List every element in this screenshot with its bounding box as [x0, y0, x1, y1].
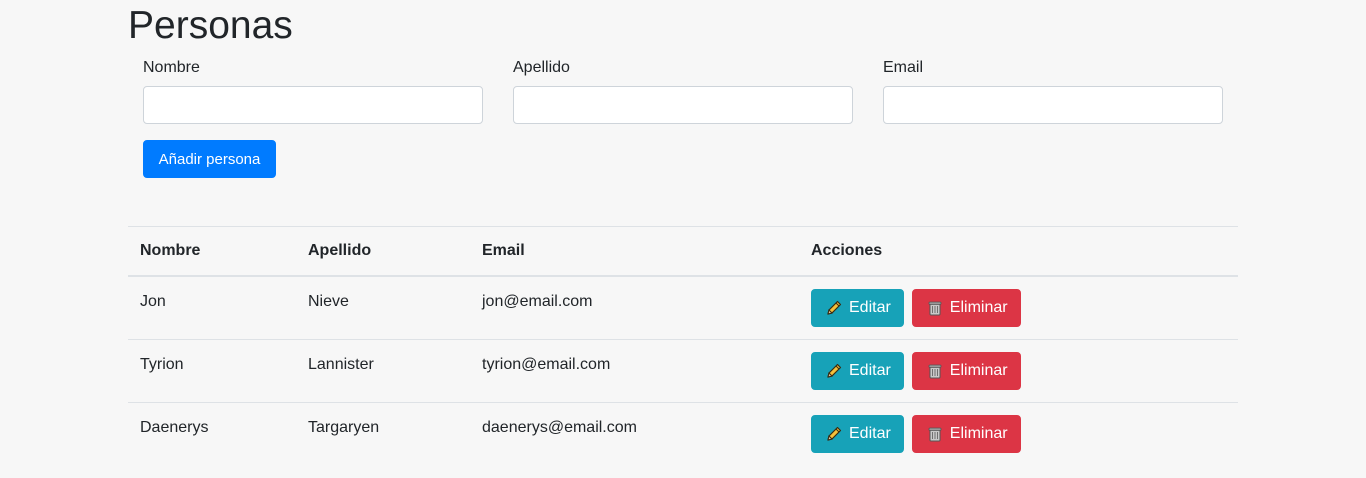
edit-button[interactable]: Editar [811, 352, 904, 390]
row-actions: Editar Eliminar [811, 415, 1226, 453]
cell-email: jon@email.com [470, 275, 799, 340]
delete-label: Eliminar [949, 299, 1008, 316]
trash-icon [925, 298, 945, 318]
pencil-icon [824, 424, 844, 444]
row-actions: Editar Eliminar [811, 289, 1226, 327]
table-row: Daenerys Targaryen daenerys@email.com Ed… [128, 402, 1238, 465]
header-acciones: Acciones [799, 226, 1238, 277]
row-actions: Editar Eliminar [811, 352, 1226, 390]
delete-label: Eliminar [949, 362, 1008, 379]
delete-button[interactable]: Eliminar [911, 415, 1021, 453]
header-email: Email [470, 226, 799, 277]
add-person-button[interactable]: Añadir persona [143, 140, 276, 178]
table-row: Tyrion Lannister tyrion@email.com Editar… [128, 339, 1238, 403]
cell-acciones: Editar Eliminar [799, 402, 1238, 465]
cell-apellido: Nieve [296, 275, 470, 340]
header-nombre: Nombre [128, 226, 296, 277]
delete-button[interactable]: Eliminar [911, 289, 1021, 327]
cell-apellido: Targaryen [296, 402, 470, 465]
page-title: Personas [128, 4, 293, 47]
cell-nombre: Daenerys [128, 402, 296, 465]
apellido-group: Apellido [513, 57, 853, 124]
table-header-row: Nombre Apellido Email Acciones [128, 226, 1238, 277]
edit-label: Editar [849, 299, 891, 316]
table-row: Jon Nieve jon@email.com Editar Eliminar [128, 275, 1238, 340]
edit-label: Editar [849, 362, 891, 379]
cell-email: tyrion@email.com [470, 339, 799, 403]
cell-nombre: Jon [128, 275, 296, 340]
edit-button[interactable]: Editar [811, 289, 904, 327]
apellido-label: Apellido [513, 59, 570, 76]
nombre-label: Nombre [143, 59, 200, 76]
apellido-input[interactable] [513, 86, 853, 124]
email-input[interactable] [883, 86, 1223, 124]
cell-acciones: Editar Eliminar [799, 275, 1238, 340]
delete-label: Eliminar [949, 425, 1008, 442]
cell-acciones: Editar Eliminar [799, 339, 1238, 403]
pencil-icon [824, 298, 844, 318]
edit-label: Editar [849, 425, 891, 442]
email-label: Email [883, 59, 924, 76]
persons-table: Nombre Apellido Email Acciones Jon Nieve… [128, 226, 1238, 465]
trash-icon [925, 361, 945, 381]
email-group: Email [883, 57, 1223, 124]
cell-nombre: Tyrion [128, 339, 296, 403]
nombre-group: Nombre [143, 57, 483, 124]
header-apellido: Apellido [296, 226, 470, 277]
edit-button[interactable]: Editar [811, 415, 904, 453]
delete-button[interactable]: Eliminar [911, 352, 1021, 390]
nombre-input[interactable] [143, 86, 483, 124]
person-form: Nombre Apellido Email [143, 57, 1223, 127]
cell-email: daenerys@email.com [470, 402, 799, 465]
trash-icon [925, 424, 945, 444]
cell-apellido: Lannister [296, 339, 470, 403]
pencil-icon [824, 361, 844, 381]
